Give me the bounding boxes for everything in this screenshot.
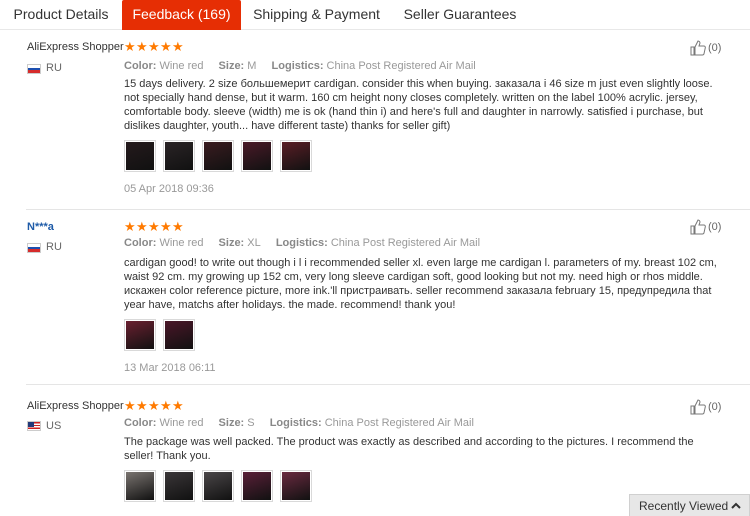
- logistics-label: Logistics:: [269, 417, 322, 429]
- thumbs-up-icon: [690, 399, 706, 415]
- review-photos: [124, 140, 312, 172]
- star-icon: ★: [148, 398, 160, 413]
- star-icon: ★: [136, 39, 148, 54]
- size-label: Size:: [218, 60, 245, 72]
- helpful-count: (0): [708, 401, 722, 413]
- logistics-value: China Post Registered Air Mail: [324, 417, 474, 429]
- star-rating: ★ ★ ★ ★ ★: [124, 219, 184, 235]
- recently-viewed-button[interactable]: Recently Viewed: [629, 494, 750, 516]
- logistics-label: Logistics:: [271, 60, 324, 72]
- review-photo-thumbnail[interactable]: [280, 140, 312, 172]
- thumbs-up-icon: [690, 40, 706, 56]
- star-icon: ★: [136, 219, 148, 234]
- reviewer-name: AliExpress Shopper: [27, 41, 124, 53]
- star-icon: ★: [124, 39, 136, 54]
- review-photo-thumbnail[interactable]: [241, 140, 273, 172]
- tab-feedback[interactable]: Feedback (169): [122, 0, 241, 30]
- helpful-button[interactable]: (0): [690, 399, 721, 415]
- size-value: M: [247, 60, 257, 72]
- color-value: Wine red: [159, 60, 204, 72]
- star-icon: ★: [172, 219, 184, 234]
- size-label: Size:: [218, 237, 245, 249]
- reviewer-name: AliExpress Shopper: [27, 400, 124, 412]
- thumbs-up-icon: [690, 219, 706, 235]
- review-divider: [26, 384, 750, 385]
- star-icon: ★: [160, 219, 172, 234]
- star-icon: ★: [148, 219, 160, 234]
- color-label: Color:: [124, 60, 157, 72]
- reviewer-country: RU: [46, 62, 62, 74]
- review-date: 05 Apr 2018 09:36: [124, 183, 214, 195]
- helpful-count: (0): [708, 221, 722, 233]
- order-attributes: Color: Wine red Size: S Logistics: China…: [124, 417, 486, 429]
- tab-shipping-payment[interactable]: Shipping & Payment: [251, 0, 382, 30]
- size-label: Size:: [218, 417, 245, 429]
- review-photo-thumbnail[interactable]: [124, 319, 156, 351]
- logistics-label: Logistics:: [275, 237, 328, 249]
- helpful-button[interactable]: (0): [690, 40, 721, 56]
- star-icon: ★: [160, 398, 172, 413]
- star-icon: ★: [148, 39, 160, 54]
- size-value: S: [247, 417, 255, 429]
- star-rating: ★ ★ ★ ★ ★: [124, 39, 184, 55]
- review-photo-thumbnail[interactable]: [202, 470, 234, 502]
- helpful-count: (0): [708, 42, 722, 54]
- review-photo-thumbnail[interactable]: [241, 470, 273, 502]
- review-text: cardigan good! to write out though i l i…: [124, 257, 717, 311]
- star-icon: ★: [160, 39, 172, 54]
- order-attributes: Color: Wine red Size: M Logistics: China…: [124, 60, 488, 72]
- review-item: AliExpress Shopper RU ★ ★ ★ ★ ★ Color: Wine …: [0, 30, 750, 210]
- review-photo-thumbnail[interactable]: [163, 319, 195, 351]
- review-photos: [124, 319, 195, 351]
- review-photo-thumbnail[interactable]: [124, 140, 156, 172]
- star-icon: ★: [172, 398, 184, 413]
- review-photo-thumbnail[interactable]: [163, 470, 195, 502]
- review-photo-thumbnail[interactable]: [202, 140, 234, 172]
- chevron-up-icon: [731, 502, 741, 509]
- flag-ru-icon: [27, 64, 41, 74]
- color-value: Wine red: [159, 237, 204, 249]
- tab-seller-guarantees[interactable]: Seller Guarantees: [396, 0, 524, 30]
- order-attributes: Color: Wine red Size: XL Logistics: Chin…: [124, 237, 492, 249]
- star-icon: ★: [136, 398, 148, 413]
- color-label: Color:: [124, 237, 157, 249]
- helpful-button[interactable]: (0): [690, 219, 721, 235]
- flag-us-icon: [27, 421, 41, 431]
- review-photo-thumbnail[interactable]: [124, 470, 156, 502]
- logistics-value: China Post Registered Air Mail: [330, 237, 481, 249]
- review-item: N***a RU ★ ★ ★ ★ ★ Color: Wine red Size: XL …: [0, 210, 750, 390]
- review-photo-thumbnail[interactable]: [280, 470, 312, 502]
- review-date: 13 Mar 2018 06:11: [124, 362, 216, 374]
- logistics-value: China Post Registered Air Mail: [326, 60, 476, 72]
- review-photos: [124, 470, 312, 502]
- review-text: 15 days delivery. 2 size большемерит car…: [124, 78, 713, 132]
- star-rating: ★ ★ ★ ★ ★: [124, 398, 184, 414]
- reviewer-country: RU: [46, 241, 62, 253]
- recently-viewed-label: Recently Viewed: [639, 499, 729, 513]
- star-icon: ★: [124, 219, 136, 234]
- review-photo-thumbnail[interactable]: [163, 140, 195, 172]
- star-icon: ★: [124, 398, 136, 413]
- tab-product-details[interactable]: Product Details: [2, 0, 120, 30]
- flag-ru-icon: [27, 243, 41, 253]
- size-value: XL: [247, 237, 261, 249]
- tab-bar: Product Details Feedback (169) Shipping …: [0, 0, 750, 30]
- color-value: Wine red: [159, 417, 204, 429]
- color-label: Color:: [124, 417, 157, 429]
- reviewer-name[interactable]: N***a: [27, 221, 54, 233]
- reviewer-country: US: [46, 420, 62, 432]
- review-text: The package was well packed. The product…: [124, 436, 694, 462]
- star-icon: ★: [172, 39, 184, 54]
